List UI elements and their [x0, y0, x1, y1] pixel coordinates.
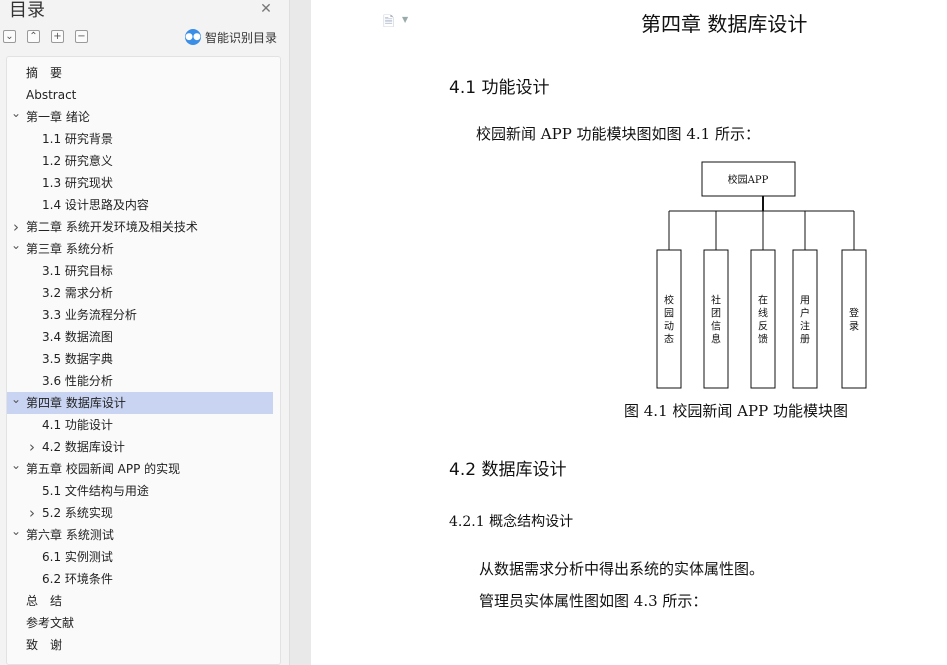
- section-heading-4-2: 4.2 数据库设计: [449, 460, 567, 480]
- outline-item[interactable]: › 第二章 系统开发环境及相关技术: [7, 216, 273, 238]
- figure-caption: 图 4.1 校园新闻 APP 功能模块图: [624, 402, 848, 420]
- chevron-right-icon[interactable]: ›: [25, 502, 39, 524]
- outline-item-label: 3.4 数据流图: [42, 330, 113, 344]
- outline-item[interactable]: 6.2 环境条件: [7, 568, 273, 590]
- outline-item-label: 5.1 文件结构与用途: [42, 484, 149, 498]
- body-paragraph-2: 管理员实体属性图如图 4.3 所示：: [479, 592, 708, 610]
- outline-item-label: 第五章 校园新闻 APP 的实现: [26, 462, 181, 476]
- outline-item[interactable]: ⌄ 第六章 系统测试: [7, 524, 273, 546]
- add-icon[interactable]: +: [51, 30, 64, 43]
- document-area: 🗎 ▼ 第四章 数据库设计 4.1 功能设计 校园新闻 APP 功能模块图如图 …: [291, 0, 947, 665]
- outline-item-label: 6.2 环境条件: [42, 572, 113, 586]
- chevron-down-icon[interactable]: ▼: [402, 15, 408, 24]
- outline-item-label: 总 结: [26, 594, 63, 608]
- chevron-down-icon[interactable]: ⌄: [9, 106, 23, 128]
- outline-item[interactable]: ⌄ 第五章 校园新闻 APP 的实现: [7, 458, 273, 480]
- outline-item-label: 4.1 功能设计: [42, 418, 113, 432]
- outline-item-label: 第六章 系统测试: [26, 528, 114, 542]
- outline-item-label: 3.1 研究目标: [42, 264, 113, 278]
- outline-item-label: 致 谢: [26, 638, 63, 652]
- outline-item-label: 5.2 系统实现: [42, 506, 113, 520]
- chevron-down-icon[interactable]: ⌄: [9, 524, 23, 546]
- outline-item[interactable]: 3.6 性能分析: [7, 370, 273, 392]
- function-module-diagram: 校园APP 校园动态 社团信息 在线反馈 用户注册 登录: [656, 161, 867, 389]
- outline-item-label: 1.3 研究现状: [42, 176, 113, 190]
- root-label: 校园APP: [728, 173, 769, 186]
- outline-item-label: 第二章 系统开发环境及相关技术: [26, 220, 198, 234]
- expand-up-icon[interactable]: ⌃: [27, 30, 40, 43]
- smart-detect-button[interactable]: ●● 智能识别目录: [185, 28, 277, 46]
- smart-assistant-icon: ●●: [185, 29, 201, 45]
- outline-item[interactable]: 1.2 研究意义: [7, 150, 273, 172]
- document-icon[interactable]: 🗎: [383, 11, 394, 35]
- chapter-title: 第四章 数据库设计: [641, 12, 808, 36]
- close-icon[interactable]: ✕: [259, 2, 273, 16]
- outline-item[interactable]: 3.5 数据字典: [7, 348, 273, 370]
- outline-item[interactable]: 3.2 需求分析: [7, 282, 273, 304]
- outline-item-label: 第三章 系统分析: [26, 242, 114, 256]
- chevron-right-icon[interactable]: ›: [25, 436, 39, 458]
- chevron-down-icon[interactable]: ⌄: [9, 392, 23, 414]
- intro-paragraph: 校园新闻 APP 功能模块图如图 4.1 所示：: [476, 125, 760, 143]
- outline-item[interactable]: 3.3 业务流程分析: [7, 304, 273, 326]
- outline-item-label: 3.5 数据字典: [42, 352, 113, 366]
- body-paragraph-1: 从数据需求分析中得出系统的实体属性图。: [479, 560, 765, 578]
- document-page: 🗎 ▼ 第四章 数据库设计 4.1 功能设计 校园新闻 APP 功能模块图如图 …: [311, 0, 947, 665]
- outline-item[interactable]: › 4.2 数据库设计: [7, 436, 273, 458]
- chevron-right-icon[interactable]: ›: [9, 216, 23, 238]
- outline-item[interactable]: ⌄ 第三章 系统分析: [7, 238, 273, 260]
- subsection-heading-4-2-1: 4.2.1 概念结构设计: [449, 514, 574, 530]
- outline-item[interactable]: 3.1 研究目标: [7, 260, 273, 282]
- module-label: 在线反馈: [758, 295, 768, 346]
- module-label: 用户注册: [800, 296, 810, 346]
- outline-item[interactable]: 3.4 数据流图: [7, 326, 273, 348]
- outline-title: 目录: [9, 0, 45, 21]
- outline-item-label: 3.6 性能分析: [42, 374, 113, 388]
- outline-item[interactable]: Abstract: [7, 84, 273, 106]
- outline-item[interactable]: 1.1 研究背景: [7, 128, 273, 150]
- outline-item-label: 参考文献: [26, 616, 75, 630]
- remove-icon[interactable]: −: [75, 30, 88, 43]
- section-heading-4-1: 4.1 功能设计: [449, 78, 550, 98]
- outline-item[interactable]: 总 结: [7, 590, 273, 612]
- outline-item-label: 1.2 研究意义: [42, 154, 113, 168]
- outline-item-label: 1.4 设计思路及内容: [42, 198, 149, 212]
- smart-detect-label: 智能识别目录: [205, 30, 278, 45]
- outline-item-label: 6.1 实例测试: [42, 550, 113, 564]
- outline-item[interactable]: 1.3 研究现状: [7, 172, 273, 194]
- collapse-all-icon[interactable]: ⌄: [3, 30, 16, 43]
- module-label: 校园动态: [664, 294, 674, 346]
- outline-item-label: 第四章 数据库设计: [26, 396, 126, 410]
- outline-item-label: 第一章 绪论: [26, 110, 90, 124]
- outline-item[interactable]: 参考文献: [7, 612, 273, 634]
- outline-item-label: 摘 要: [26, 66, 63, 80]
- outline-item[interactable]: 致 谢: [7, 634, 273, 656]
- outline-item-label: 4.2 数据库设计: [42, 440, 125, 454]
- outline-item-label: 3.2 需求分析: [42, 286, 113, 300]
- outline-item[interactable]: 6.1 实例测试: [7, 546, 273, 568]
- outline-item[interactable]: ⌄ 第四章 数据库设计: [7, 392, 273, 414]
- outline-item[interactable]: 5.1 文件结构与用途: [7, 480, 273, 502]
- module-label: 登录: [849, 307, 859, 333]
- outline-item-label: 1.1 研究背景: [42, 132, 113, 146]
- chevron-down-icon[interactable]: ⌄: [9, 458, 23, 480]
- outline-item[interactable]: 1.4 设计思路及内容: [7, 194, 273, 216]
- outline-item[interactable]: 摘 要: [7, 62, 273, 84]
- outline-item-label: Abstract: [26, 88, 77, 102]
- outline-item[interactable]: › 5.2 系统实现: [7, 502, 273, 524]
- outline-item[interactable]: 4.1 功能设计: [7, 414, 273, 436]
- outline-item-label: 3.3 业务流程分析: [42, 308, 137, 322]
- outline-panel: 目录 ✕ ⌄ ⌃ + − ●● 智能识别目录 摘 要 Abstract ⌄ 第一章 绪…: [0, 0, 290, 665]
- chevron-down-icon[interactable]: ⌄: [9, 238, 23, 260]
- outline-list: 摘 要 Abstract ⌄ 第一章 绪论 1.1 研究背景 1.2 研究意义 1.3 研究…: [6, 56, 281, 665]
- outline-item[interactable]: ⌄ 第一章 绪论: [7, 106, 273, 128]
- module-label: 社团信息: [711, 294, 721, 346]
